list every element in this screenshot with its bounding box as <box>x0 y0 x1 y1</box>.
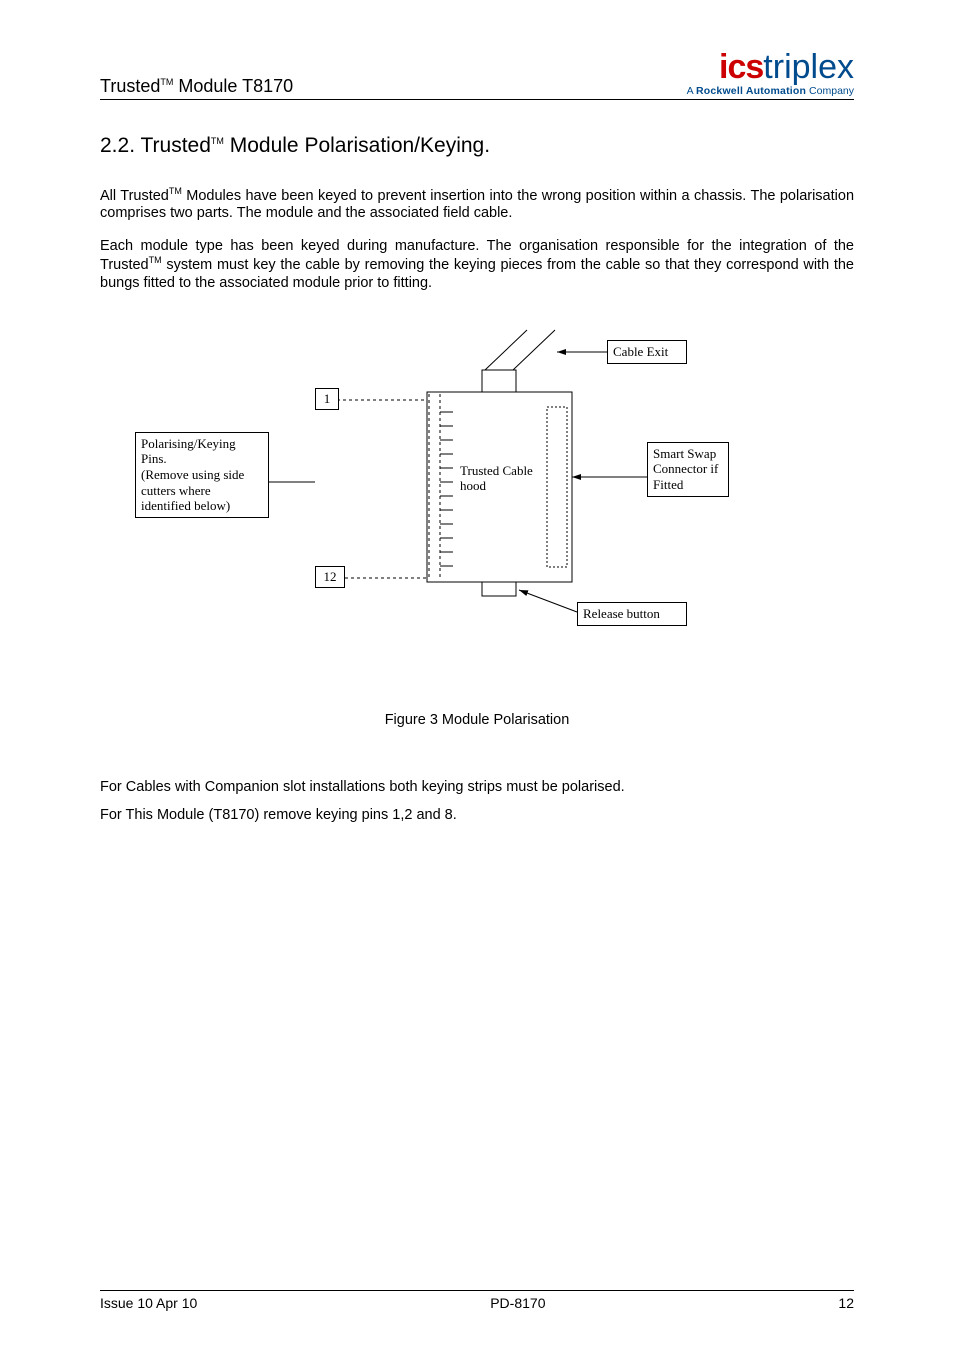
footer-issue: Issue 10 Apr 10 <box>100 1295 197 1311</box>
smart-swap-text: Smart Swap Connector if Fitted <box>653 446 718 492</box>
release-text: Release button <box>583 606 660 621</box>
paragraph-1: All TrustedTM Modules have been keyed to… <box>100 186 854 223</box>
logo: icstriplex A Rockwell Automation Company <box>687 50 854 97</box>
label-release-button: Release button <box>577 602 687 626</box>
paragraph-3: For Cables with Companion slot installat… <box>100 778 854 796</box>
section-title-post: Module Polarisation/Keying. <box>224 134 490 157</box>
header-product-name: Trusted <box>100 76 160 96</box>
label-smart-swap: Smart Swap Connector if Fitted <box>647 442 729 497</box>
header-product: TrustedTM Module T8170 <box>100 76 293 97</box>
figure-module-polarisation: 1 12 Polarising/Keying Pins. (Remove usi… <box>127 322 827 662</box>
section-heading: 2.2. TrustedTM Module Polarisation/Keyin… <box>100 134 854 158</box>
section-title-tm: TM <box>211 136 224 146</box>
footer-page-number: 12 <box>838 1295 854 1311</box>
p2-tm: TM <box>149 255 162 265</box>
pin-top-text: 1 <box>324 391 331 406</box>
label-pin-1: 1 <box>315 388 339 410</box>
p1-post: Modules have been keyed to prevent inser… <box>100 187 854 221</box>
logo-sub-suffix: Company <box>806 85 854 97</box>
cable-exit-text: Cable Exit <box>613 344 668 359</box>
page-header: TrustedTM Module T8170 icstriplex A Rock… <box>100 50 854 100</box>
logo-sub-prefix: A <box>687 85 696 97</box>
paragraph-2: Each module type has been keyed during m… <box>100 237 854 292</box>
label-pin-12: 12 <box>315 566 345 588</box>
polarising-text: Polarising/Keying Pins. (Remove using si… <box>141 436 244 513</box>
paragraph-4: For This Module (T8170) remove keying pi… <box>100 806 854 824</box>
hood-text: Trusted Cable hood <box>460 463 533 494</box>
logo-sub-bold: Rockwell Automation <box>696 85 806 97</box>
label-polarising-pins: Polarising/Keying Pins. (Remove using si… <box>135 432 269 518</box>
p1-pre: All Trusted <box>100 187 169 203</box>
pin-bottom-text: 12 <box>324 569 337 584</box>
logo-triplex: triplex <box>763 48 854 86</box>
section-title-pre: Trusted <box>140 134 210 157</box>
section-number: 2.2. <box>100 134 140 157</box>
logo-ics: ics <box>719 48 763 86</box>
header-tm: TM <box>160 77 173 87</box>
figure-caption: Figure 3 Module Polarisation <box>100 712 854 728</box>
logo-subtitle: A Rockwell Automation Company <box>687 86 854 97</box>
p2-post: system must key the cable by removing th… <box>100 257 854 291</box>
page-footer: Issue 10 Apr 10 PD-8170 12 <box>100 1290 854 1311</box>
p1-tm: TM <box>169 186 182 196</box>
logo-main: icstriplex <box>687 50 854 84</box>
label-cable-exit: Cable Exit <box>607 340 687 364</box>
header-model: Module T8170 <box>173 76 293 96</box>
footer-doc-id: PD-8170 <box>490 1295 545 1311</box>
label-trusted-cable-hood: Trusted Cable hood <box>455 460 539 497</box>
